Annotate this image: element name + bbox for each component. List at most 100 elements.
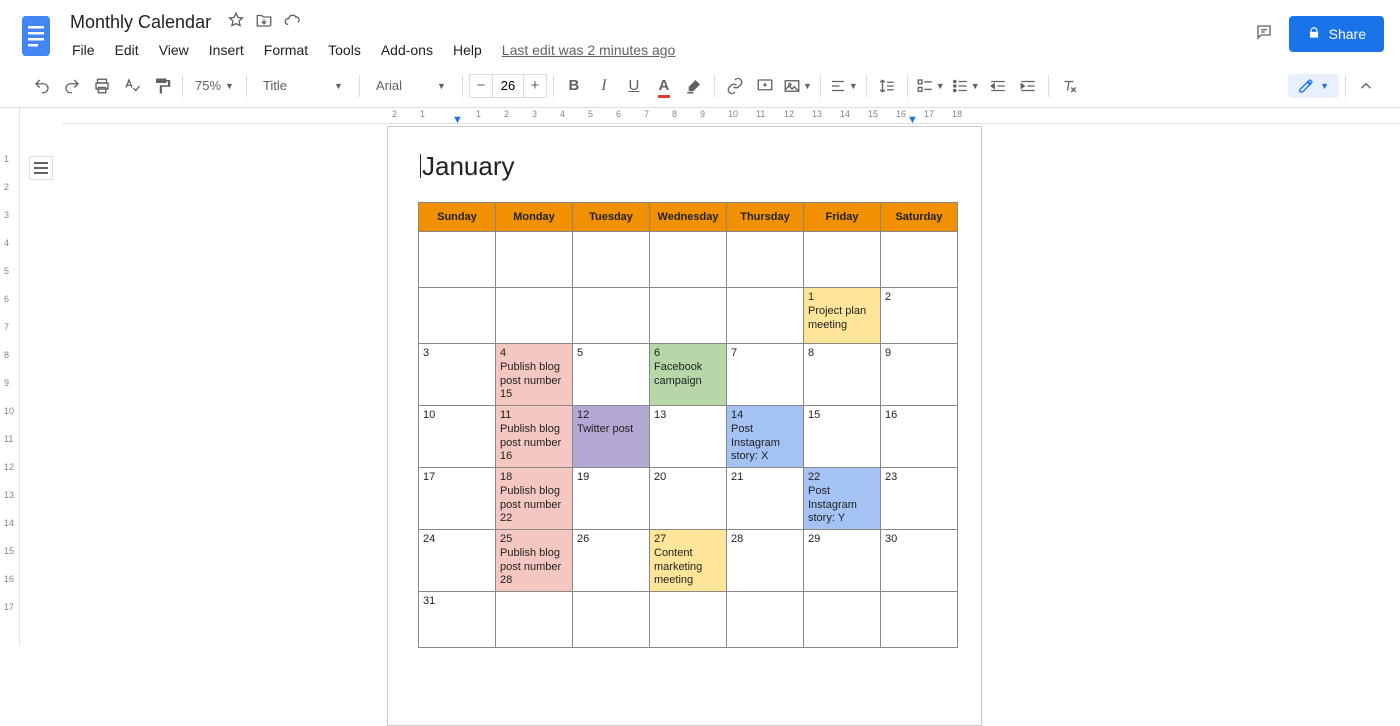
- menu-tools[interactable]: Tools: [320, 38, 369, 62]
- calendar-cell[interactable]: 30: [881, 530, 958, 592]
- paragraph-style-select[interactable]: Title▼: [253, 78, 353, 93]
- calendar-cell[interactable]: 16: [881, 406, 958, 468]
- canvas-area[interactable]: ▼ ▼ 21123456789101112131415161718 Januar…: [62, 108, 1400, 645]
- calendar-cell[interactable]: 28: [727, 530, 804, 592]
- highlight-button[interactable]: [680, 72, 708, 100]
- print-button[interactable]: [88, 72, 116, 100]
- calendar-cell[interactable]: 26: [573, 530, 650, 592]
- editing-mode-button[interactable]: ▼: [1288, 74, 1339, 98]
- calendar-cell[interactable]: 10: [419, 406, 496, 468]
- calendar-cell[interactable]: 12Twitter post: [573, 406, 650, 468]
- calendar-cell[interactable]: [650, 592, 727, 648]
- vertical-ruler[interactable]: 1234567891011121314151617: [0, 108, 20, 645]
- calendar-cell[interactable]: 6Facebook campaign: [650, 344, 727, 406]
- calendar-cell[interactable]: 11Publish blog post number 16: [496, 406, 573, 468]
- menu-format[interactable]: Format: [256, 38, 316, 62]
- calendar-cell[interactable]: [573, 288, 650, 344]
- spellcheck-button[interactable]: [118, 72, 146, 100]
- left-indent-marker[interactable]: ▼: [452, 114, 463, 126]
- calendar-cell[interactable]: 21: [727, 468, 804, 530]
- decrease-indent-button[interactable]: [984, 72, 1012, 100]
- day-header: Sunday: [419, 203, 496, 232]
- calendar-cell[interactable]: 24: [419, 530, 496, 592]
- undo-button[interactable]: [28, 72, 56, 100]
- font-select[interactable]: Arial▼: [366, 78, 456, 93]
- document-page[interactable]: January SundayMondayTuesdayWednesdayThur…: [387, 126, 982, 726]
- italic-button[interactable]: I: [590, 72, 618, 100]
- menu-edit[interactable]: Edit: [107, 38, 147, 62]
- bulleted-list-button[interactable]: ▼: [949, 72, 982, 100]
- calendar-cell[interactable]: [496, 288, 573, 344]
- share-button[interactable]: Share: [1289, 16, 1384, 52]
- calendar-cell[interactable]: [727, 288, 804, 344]
- font-size-input[interactable]: [492, 75, 524, 97]
- menu-add-ons[interactable]: Add-ons: [373, 38, 441, 62]
- calendar-cell[interactable]: 1Project plan meeting: [804, 288, 881, 344]
- calendar-cell[interactable]: 25Publish blog post number 28: [496, 530, 573, 592]
- calendar-cell[interactable]: [650, 288, 727, 344]
- move-icon[interactable]: [255, 11, 273, 34]
- horizontal-ruler[interactable]: ▼ ▼ 21123456789101112131415161718: [62, 108, 1400, 124]
- lock-icon: [1307, 26, 1321, 43]
- calendar-cell[interactable]: 22Post Instagram story: Y: [804, 468, 881, 530]
- bold-button[interactable]: B: [560, 72, 588, 100]
- calendar-cell[interactable]: 19: [573, 468, 650, 530]
- calendar-cell[interactable]: 20: [650, 468, 727, 530]
- month-heading[interactable]: January: [418, 151, 951, 182]
- calendar-cell[interactable]: 5: [573, 344, 650, 406]
- paint-format-button[interactable]: [148, 72, 176, 100]
- checklist-button[interactable]: ▼: [914, 72, 947, 100]
- redo-button[interactable]: [58, 72, 86, 100]
- decrease-font-button[interactable]: −: [470, 77, 492, 94]
- calendar-cell[interactable]: 15: [804, 406, 881, 468]
- increase-indent-button[interactable]: [1014, 72, 1042, 100]
- increase-font-button[interactable]: +: [524, 77, 546, 94]
- calendar-cell[interactable]: 14Post Instagram story: X: [727, 406, 804, 468]
- calendar-cell[interactable]: 8: [804, 344, 881, 406]
- calendar-cell[interactable]: 4Publish blog post number 15: [496, 344, 573, 406]
- cloud-status-icon[interactable]: [283, 11, 301, 34]
- outline-toggle-icon[interactable]: [29, 156, 53, 180]
- calendar-cell[interactable]: [496, 592, 573, 648]
- docs-logo-icon[interactable]: [18, 12, 54, 60]
- menu-file[interactable]: File: [64, 38, 103, 62]
- zoom-select[interactable]: 75%▼: [189, 78, 240, 93]
- insert-image-button[interactable]: ▼: [781, 72, 814, 100]
- insert-comment-button[interactable]: [751, 72, 779, 100]
- calendar-cell[interactable]: 17: [419, 468, 496, 530]
- underline-button[interactable]: U: [620, 72, 648, 100]
- calendar-cell[interactable]: [727, 592, 804, 648]
- clear-formatting-button[interactable]: [1055, 72, 1083, 100]
- calendar-cell[interactable]: [881, 592, 958, 648]
- last-edit-link[interactable]: Last edit was 2 minutes ago: [502, 42, 676, 58]
- day-header: Wednesday: [650, 203, 727, 232]
- menu-help[interactable]: Help: [445, 38, 490, 62]
- calendar-cell[interactable]: 23: [881, 468, 958, 530]
- align-button[interactable]: ▼: [827, 72, 860, 100]
- calendar-cell[interactable]: 27Content marketing meeting: [650, 530, 727, 592]
- insert-link-button[interactable]: [721, 72, 749, 100]
- menu-view[interactable]: View: [151, 38, 197, 62]
- text-color-button[interactable]: A: [650, 72, 678, 100]
- star-icon[interactable]: [227, 11, 245, 34]
- menu-insert[interactable]: Insert: [201, 38, 252, 62]
- calendar-cell[interactable]: [804, 592, 881, 648]
- calendar-cell[interactable]: 31: [419, 592, 496, 648]
- day-header: Saturday: [881, 203, 958, 232]
- calendar-cell[interactable]: [573, 592, 650, 648]
- document-title[interactable]: Monthly Calendar: [64, 10, 217, 35]
- calendar-cell[interactable]: 7: [727, 344, 804, 406]
- calendar-cell[interactable]: 3: [419, 344, 496, 406]
- collapse-toolbar-button[interactable]: [1352, 72, 1380, 100]
- calendar-table[interactable]: SundayMondayTuesdayWednesdayThursdayFrid…: [418, 202, 958, 648]
- calendar-cell[interactable]: 2: [881, 288, 958, 344]
- calendar-cell[interactable]: 9: [881, 344, 958, 406]
- line-spacing-button[interactable]: [873, 72, 901, 100]
- calendar-cell[interactable]: 29: [804, 530, 881, 592]
- right-indent-marker[interactable]: ▼: [907, 114, 918, 126]
- calendar-cell[interactable]: [419, 288, 496, 344]
- comments-icon[interactable]: [1255, 23, 1273, 46]
- day-header: Thursday: [727, 203, 804, 232]
- calendar-cell[interactable]: 13: [650, 406, 727, 468]
- calendar-cell[interactable]: 18Publish blog post number 22: [496, 468, 573, 530]
